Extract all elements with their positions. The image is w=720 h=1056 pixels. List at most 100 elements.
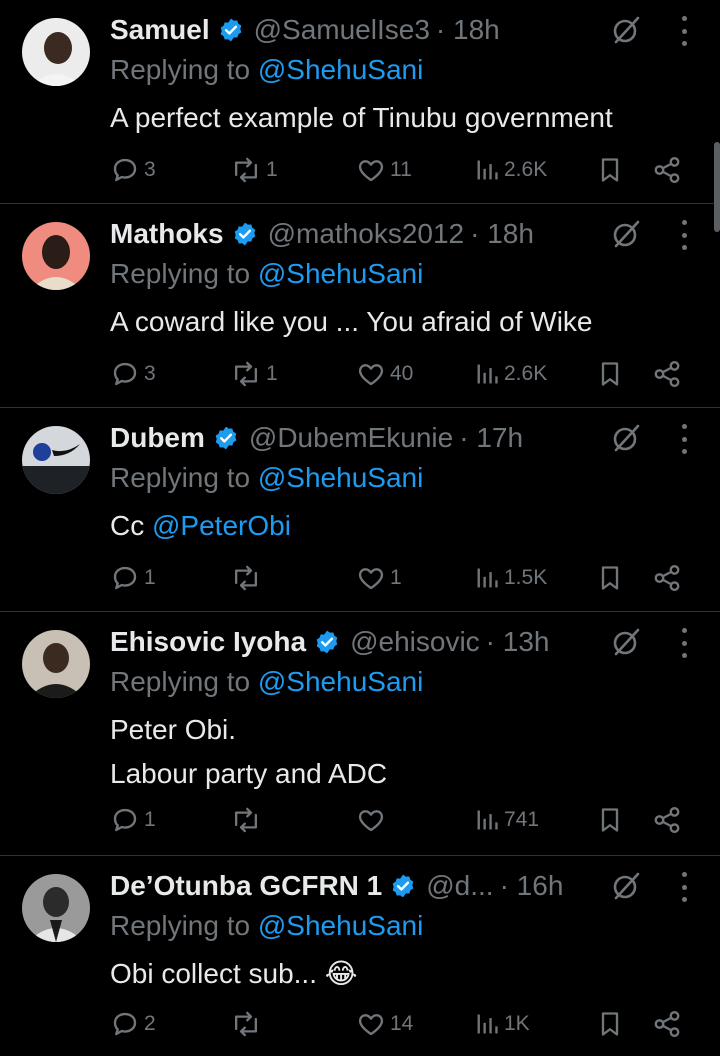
tweet-text-line: Labour party and ADC bbox=[110, 758, 388, 789]
bookmark-button[interactable] bbox=[596, 560, 624, 596]
grok-icon[interactable] bbox=[610, 422, 642, 454]
more-icon[interactable] bbox=[672, 872, 696, 902]
more-icon[interactable] bbox=[672, 220, 696, 250]
like-button[interactable]: 1 bbox=[356, 560, 402, 596]
reply-tweet-2[interactable]: Mathoks @mathoks2012 · 18h Replying to @… bbox=[0, 204, 720, 408]
views-button[interactable]: 741 bbox=[474, 802, 539, 838]
reply-tweet-5[interactable]: De’Otunba GCFRN 1 @d... · 16h Replying t… bbox=[0, 856, 720, 1056]
repost-button[interactable]: 1 bbox=[230, 152, 278, 188]
views-icon bbox=[477, 810, 498, 830]
scrollbar[interactable] bbox=[714, 142, 720, 232]
user-handle[interactable]: @SamuelIse3 bbox=[254, 14, 430, 46]
tweet-text-line: A perfect example of Tinubu government bbox=[110, 102, 613, 133]
views-button[interactable]: 2.6K bbox=[474, 356, 547, 392]
reply-button[interactable]: 1 bbox=[110, 802, 156, 838]
display-name[interactable]: De’Otunba GCFRN 1 bbox=[110, 870, 382, 902]
share-button[interactable] bbox=[652, 802, 682, 838]
reply-button[interactable]: 1 bbox=[110, 560, 156, 596]
action-bar: 1 1 1.5K bbox=[110, 560, 700, 596]
timestamp[interactable]: · 18h bbox=[436, 14, 500, 46]
replying-to-mention[interactable]: @ShehuSani bbox=[258, 666, 423, 697]
more-icon[interactable] bbox=[672, 628, 696, 658]
repost-count: 1 bbox=[266, 362, 278, 385]
user-handle[interactable]: @d... bbox=[426, 870, 493, 902]
user-handle[interactable]: @ehisovic bbox=[350, 626, 480, 658]
like-button[interactable] bbox=[356, 802, 390, 838]
share-button[interactable] bbox=[652, 560, 682, 596]
avatar[interactable] bbox=[22, 18, 90, 86]
replying-to-line: Replying to @ShehuSani bbox=[110, 54, 423, 86]
views-count: 1.5K bbox=[504, 566, 548, 589]
tweet-text: A perfect example of Tinubu government bbox=[110, 96, 613, 140]
like-button[interactable]: 14 bbox=[356, 1006, 413, 1042]
reply-tweet-3[interactable]: Dubem @DubemEkunie · 17h Replying to @Sh… bbox=[0, 408, 720, 612]
like-icon bbox=[358, 810, 384, 832]
user-handle[interactable]: @DubemEkunie bbox=[249, 422, 453, 454]
bookmark-button[interactable] bbox=[596, 1006, 624, 1042]
like-button[interactable]: 40 bbox=[356, 356, 413, 392]
repost-button[interactable]: 1 bbox=[230, 356, 278, 392]
action-bar: 1 741 bbox=[110, 802, 700, 838]
like-count: 40 bbox=[390, 362, 414, 385]
display-name[interactable]: Dubem bbox=[110, 422, 205, 454]
timestamp[interactable]: · 13h bbox=[486, 626, 550, 658]
more-icon[interactable] bbox=[672, 424, 696, 454]
grok-icon[interactable] bbox=[610, 14, 642, 46]
reply-tweet-1[interactable]: Samuel @SamuelIse3 · 18h Replying to @Sh… bbox=[0, 0, 720, 204]
display-name[interactable]: Ehisovic Iyoha bbox=[110, 626, 306, 658]
tweet-text-line: Obi collect sub... 😂 bbox=[110, 952, 357, 996]
avatar[interactable] bbox=[22, 426, 90, 494]
verified-badge-icon bbox=[232, 221, 258, 247]
bookmark-button[interactable] bbox=[596, 152, 624, 188]
reply-icon bbox=[113, 566, 137, 590]
tweet-mention[interactable]: @PeterObi bbox=[152, 510, 291, 541]
replying-to-label: Replying to bbox=[110, 258, 251, 289]
bookmark-button[interactable] bbox=[596, 802, 624, 838]
action-bar: 2 14 1K bbox=[110, 1006, 700, 1042]
repost-icon bbox=[234, 157, 258, 183]
reply-tweet-4[interactable]: Ehisovic Iyoha @ehisovic · 13h Replying … bbox=[0, 612, 720, 856]
views-icon bbox=[477, 160, 498, 180]
grok-icon[interactable] bbox=[610, 218, 642, 250]
display-name[interactable]: Samuel bbox=[110, 14, 210, 46]
like-icon bbox=[358, 364, 384, 386]
share-button[interactable] bbox=[652, 152, 682, 188]
replying-to-mention[interactable]: @ShehuSani bbox=[258, 910, 423, 941]
timestamp[interactable]: · 16h bbox=[500, 870, 564, 902]
replying-to-mention[interactable]: @ShehuSani bbox=[258, 54, 423, 85]
replying-to-mention[interactable]: @ShehuSani bbox=[258, 258, 423, 289]
reply-button[interactable]: 3 bbox=[110, 356, 156, 392]
views-button[interactable]: 1K bbox=[474, 1006, 530, 1042]
display-name[interactable]: Mathoks bbox=[110, 218, 224, 250]
repost-button[interactable] bbox=[230, 560, 266, 596]
avatar[interactable] bbox=[22, 874, 90, 942]
avatar[interactable] bbox=[22, 630, 90, 698]
bookmark-icon bbox=[601, 808, 619, 832]
reply-count: 3 bbox=[144, 158, 156, 181]
user-handle[interactable]: @mathoks2012 bbox=[268, 218, 465, 250]
grok-icon[interactable] bbox=[610, 870, 642, 902]
action-bar: 3 1 11 2.6K bbox=[110, 152, 700, 188]
reply-icon bbox=[113, 808, 137, 832]
avatar[interactable] bbox=[22, 222, 90, 290]
timestamp[interactable]: · 18h bbox=[470, 218, 534, 250]
views-button[interactable]: 2.6K bbox=[474, 152, 547, 188]
repost-button[interactable] bbox=[230, 802, 266, 838]
replying-to-line: Replying to @ShehuSani bbox=[110, 258, 423, 290]
reply-button[interactable]: 2 bbox=[110, 1006, 156, 1042]
reply-button[interactable]: 3 bbox=[110, 152, 156, 188]
laughing-emoji: 😂 bbox=[324, 958, 358, 989]
share-button[interactable] bbox=[652, 356, 682, 392]
verified-badge-icon bbox=[218, 17, 244, 43]
grok-icon[interactable] bbox=[610, 626, 642, 658]
replying-to-line: Replying to @ShehuSani bbox=[110, 910, 423, 942]
replying-to-mention[interactable]: @ShehuSani bbox=[258, 462, 423, 493]
views-button[interactable]: 1.5K bbox=[474, 560, 547, 596]
verified-badge-icon bbox=[390, 873, 416, 899]
like-button[interactable]: 11 bbox=[356, 152, 412, 188]
bookmark-button[interactable] bbox=[596, 356, 624, 392]
more-icon[interactable] bbox=[672, 16, 696, 46]
timestamp[interactable]: · 17h bbox=[459, 422, 523, 454]
share-button[interactable] bbox=[652, 1006, 682, 1042]
repost-button[interactable] bbox=[230, 1006, 266, 1042]
